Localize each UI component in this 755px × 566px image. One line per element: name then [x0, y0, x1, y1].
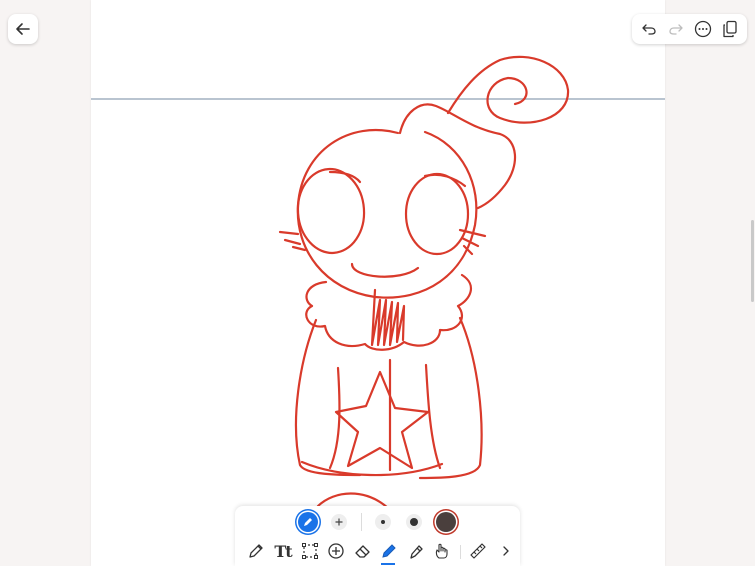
stroke-size-small[interactable] [375, 514, 391, 530]
tools-row: Tt [235, 539, 520, 565]
small-dot-icon [381, 520, 385, 524]
divider [460, 545, 461, 559]
text-tool[interactable]: Tt [272, 540, 294, 562]
back-button[interactable] [8, 14, 38, 44]
pen-options-row [235, 510, 520, 534]
vertical-scrollbar[interactable] [751, 220, 754, 302]
text-icon: Tt [274, 541, 292, 561]
chevron-right-icon [503, 546, 509, 556]
pen-color-swatch[interactable] [436, 512, 456, 532]
redo-button[interactable] [665, 18, 687, 40]
active-tool-indicator [381, 563, 395, 565]
ruler-tool[interactable] [467, 540, 489, 562]
ruler-icon [470, 543, 486, 559]
highlighter-icon [410, 545, 423, 559]
pen-tool-icon [382, 544, 396, 558]
plus-icon [335, 518, 343, 526]
touch-draw-tool[interactable] [431, 540, 453, 562]
undo-button[interactable] [638, 18, 660, 40]
drawing-tool-panel: Tt [235, 506, 520, 566]
stroke-size-large[interactable] [406, 514, 422, 530]
copy-page-button[interactable] [719, 18, 741, 40]
copy-page-icon [722, 20, 737, 38]
pencil-icon [249, 544, 263, 558]
highlighter-tool[interactable] [405, 540, 427, 562]
more-tools-button[interactable] [495, 540, 517, 562]
lasso-select-icon [302, 543, 318, 559]
active-pen-button[interactable] [298, 512, 318, 532]
add-pen-button[interactable] [331, 514, 347, 530]
divider [361, 513, 362, 531]
page-break-line [91, 98, 665, 100]
eraser-tool[interactable] [352, 540, 374, 562]
pencil-tool[interactable] [245, 540, 267, 562]
large-dot-icon [410, 518, 418, 526]
touch-draw-icon [435, 543, 448, 559]
eraser-icon [355, 545, 370, 558]
drawing-page[interactable] [91, 0, 665, 566]
more-options-icon [694, 20, 712, 38]
lasso-select-tool[interactable] [299, 540, 321, 562]
add-shape-tool[interactable] [325, 540, 347, 562]
pen-tool[interactable] [378, 540, 400, 562]
pen-icon [304, 518, 312, 526]
undo-icon [642, 24, 657, 35]
add-shape-icon [328, 543, 344, 559]
top-toolbar [632, 14, 747, 44]
arrow-left-icon [16, 23, 30, 35]
redo-icon [669, 24, 683, 35]
more-options-button[interactable] [692, 18, 714, 40]
